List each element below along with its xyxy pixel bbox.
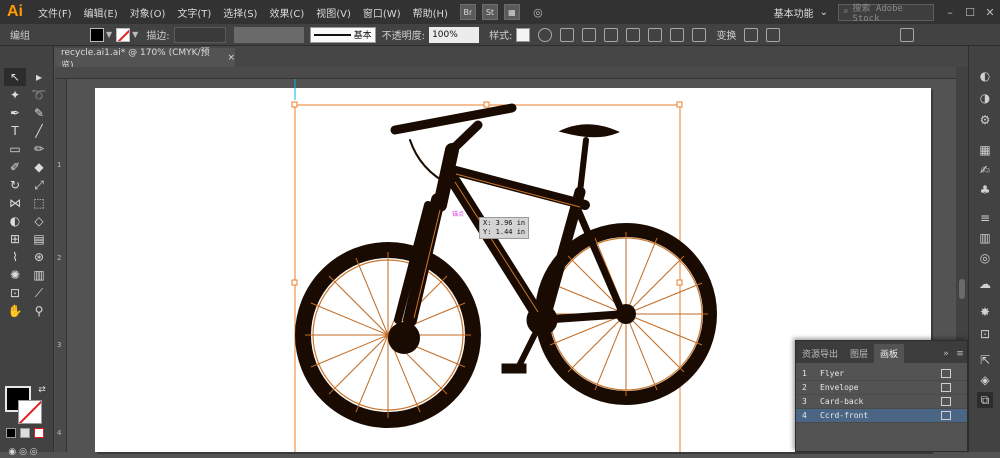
collapse-panel-icon[interactable]: » xyxy=(939,344,953,363)
panel-tab-bar: 资源导出 图层 画板 » ≡ xyxy=(796,341,967,363)
panel-dock: ◐ ◑ ⚙ ▦ ✍ ♣ ≡ ▥ ◎ ☁ ✸ ⊡ ⇱ ◈ ⧉ xyxy=(968,46,1000,452)
artboard-options-icon[interactable] xyxy=(941,397,951,406)
scroll-thumb[interactable] xyxy=(959,279,965,299)
artboard-number: 1 xyxy=(802,369,807,378)
appearance-icon[interactable]: ✸ xyxy=(977,304,993,320)
artboard-name[interactable]: Card-back xyxy=(820,397,941,406)
coordinate-tooltip: X: 3.96 in Y: 1.44 in xyxy=(479,217,530,239)
artboard-options-icon[interactable] xyxy=(941,411,951,420)
tab-artboards[interactable]: 画板 xyxy=(874,344,905,363)
coordinate-y: Y: 1.44 in xyxy=(483,228,526,236)
export-icon[interactable]: ⇱ xyxy=(977,352,993,368)
bike-frame xyxy=(390,103,630,374)
artboard-number: 3 xyxy=(802,397,807,406)
artboard-name[interactable]: Envelope xyxy=(820,383,941,392)
transparency-icon[interactable]: ◎ xyxy=(977,250,993,266)
artboard-list: 1 Flyer 2 Envelope 3 Card-back 4 Ccrd-fr… xyxy=(796,367,967,423)
artboard-options-icon[interactable] xyxy=(941,383,951,392)
anchor-hint: 锚点 xyxy=(452,211,465,218)
brushes-icon[interactable]: ✍ xyxy=(977,162,993,178)
transform-panel-icon[interactable]: ⊡ xyxy=(977,326,993,342)
tab-layers[interactable]: 图层 xyxy=(844,344,874,363)
artboard-name[interactable]: Ccrd-front xyxy=(820,411,941,420)
libraries-icon[interactable]: ☁ xyxy=(977,276,993,292)
gradient-panel-icon[interactable]: ▥ xyxy=(977,230,993,246)
artboard-row[interactable]: 1 Flyer xyxy=(796,367,967,381)
symbols-icon[interactable]: ♣ xyxy=(977,182,993,198)
properties-icon[interactable]: ⚙ xyxy=(977,112,993,128)
artboards-icon[interactable]: ⧉ xyxy=(977,392,993,408)
coordinate-x: X: 3.96 in xyxy=(483,219,526,227)
artboard-options-icon[interactable] xyxy=(941,369,951,378)
swatches-icon[interactable]: ▦ xyxy=(977,142,993,158)
artboard-row[interactable]: 3 Card-back xyxy=(796,395,967,409)
layers-icon[interactable]: ◈ xyxy=(977,372,993,388)
artboards-panel: 资源导出 图层 画板 » ≡ 1 Flyer 2 Envelope 3 Card… xyxy=(795,340,968,452)
tab-asset-export[interactable]: 资源导出 xyxy=(796,344,844,363)
artboard-number: 2 xyxy=(802,383,807,392)
artboard-row[interactable]: 2 Envelope xyxy=(796,381,967,395)
panel-menu-icon[interactable]: ≡ xyxy=(953,344,967,363)
stroke-panel-icon[interactable]: ≡ xyxy=(977,210,993,226)
color-guide-icon[interactable]: ◑ xyxy=(977,90,993,106)
artboard-row-selected[interactable]: 4 Ccrd-front xyxy=(796,409,967,423)
color-panel-icon[interactable]: ◐ xyxy=(977,68,993,84)
front-wheel xyxy=(295,242,481,428)
artboard-number: 4 xyxy=(802,411,807,420)
artboard-name[interactable]: Flyer xyxy=(820,369,941,378)
